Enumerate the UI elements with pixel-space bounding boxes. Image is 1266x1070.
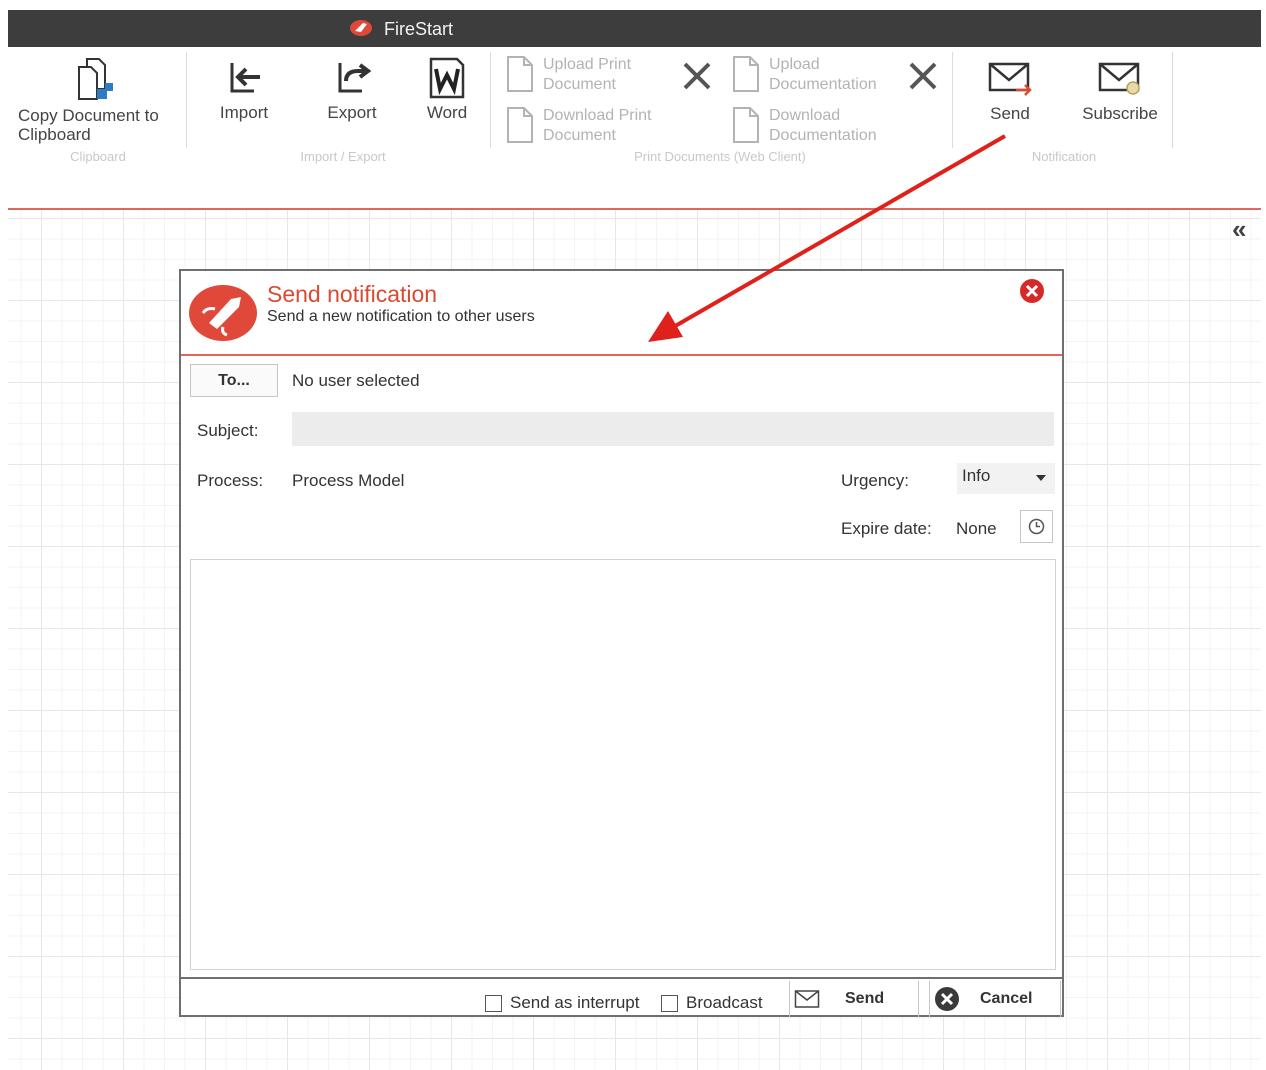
export-icon [338, 63, 372, 93]
expire-date-picker-button[interactable] [1020, 510, 1053, 543]
firestart-logo-icon [350, 20, 372, 36]
checkbox-box[interactable] [661, 994, 678, 1012]
broadcast-checkbox[interactable]: Broadcast [661, 993, 763, 1013]
document-icon [733, 107, 759, 143]
cancel-button-label: Cancel [980, 990, 1033, 1007]
chevron-down-icon [1036, 475, 1046, 481]
title-bar: FireStart [8, 10, 1261, 47]
urgency-label: Urgency: [841, 471, 910, 490]
copy-document-button[interactable]: Copy Document to Clipboard [18, 55, 178, 144]
dialog-subtitle: Send a new notification to other users [267, 308, 535, 325]
copy-document-label: Copy Document to Clipboard [18, 106, 159, 144]
document-icon [507, 56, 533, 92]
word-icon [429, 57, 465, 99]
broadcast-label: Broadcast [686, 993, 763, 1012]
download-documentation-button[interactable]: Download Documentation [732, 106, 902, 146]
process-value: Process Model [292, 471, 405, 490]
cancel-icon [935, 987, 959, 1011]
group-label-print-documents: Print Documents (Web Client) [634, 149, 806, 164]
send-button-label: Send [845, 990, 885, 1007]
subscribe-label: Subscribe [1082, 104, 1158, 123]
to-button[interactable]: To... [190, 364, 278, 397]
urgency-dropdown[interactable]: Info [957, 463, 1055, 494]
upload-documentation-button[interactable]: Upload Documentation [732, 55, 902, 95]
document-icon [507, 107, 533, 143]
group-label-clipboard: Clipboard [70, 149, 126, 164]
subscribe-mail-icon [1098, 62, 1140, 95]
send-mail-icon [988, 62, 1032, 96]
mail-icon [794, 990, 820, 1008]
export-button[interactable]: Export [314, 57, 390, 122]
checkbox-box[interactable] [485, 994, 502, 1012]
recipients-text: No user selected [292, 371, 420, 390]
download-print-document-button[interactable]: Download Print Document [506, 106, 686, 146]
upload-print-document-button[interactable]: Upload Print Document [506, 55, 666, 95]
send-ribbon-label: Send [990, 104, 1030, 123]
copy-document-icon [78, 58, 113, 100]
send-as-interrupt-checkbox[interactable]: Send as interrupt [485, 993, 639, 1013]
delete-documentation-icon[interactable] [907, 60, 939, 92]
export-label: Export [327, 103, 377, 122]
urgency-value: Info [962, 466, 991, 485]
import-icon [230, 63, 260, 93]
word-label: Word [426, 103, 468, 122]
subject-input[interactable] [292, 412, 1054, 446]
send-notification-dialog: Send notification Send a new notificatio… [179, 269, 1064, 1017]
send-ribbon-button[interactable]: Send [972, 60, 1048, 123]
upload-print-document-label: Upload Print Document [543, 56, 632, 93]
import-label: Import [219, 103, 269, 122]
dialog-title: Send notification [267, 281, 438, 307]
delete-print-document-icon[interactable] [681, 60, 713, 92]
cancel-button[interactable]: Cancel [929, 981, 1061, 1017]
send-as-interrupt-label: Send as interrupt [510, 993, 640, 1012]
rocket-notification-icon [189, 285, 257, 341]
word-button[interactable]: Word [414, 57, 480, 122]
message-body-textarea[interactable] [190, 559, 1056, 970]
import-button[interactable]: Import [206, 57, 282, 122]
group-label-notification: Notification [1031, 149, 1097, 164]
app-title: FireStart [384, 19, 454, 39]
download-print-document-label: Download Print Document [543, 107, 652, 144]
expire-date-label: Expire date: [841, 519, 932, 538]
clock-icon [1028, 518, 1045, 535]
expire-date-value: None [956, 519, 997, 538]
dialog-footer: Send as interrupt Broadcast Send Cancel [181, 977, 1062, 1017]
subject-label: Subject: [197, 421, 259, 440]
subscribe-button[interactable]: Subscribe [1072, 60, 1168, 123]
send-button[interactable]: Send [789, 981, 919, 1017]
group-separator [1172, 52, 1173, 148]
close-icon[interactable] [1019, 278, 1045, 304]
dialog-header: Send notification Send a new notificatio… [181, 271, 1062, 356]
group-separator [186, 52, 187, 148]
document-icon [733, 56, 759, 92]
process-label: Process: [197, 471, 264, 490]
collapse-panel-icon[interactable]: « [1232, 214, 1246, 245]
download-documentation-label: Download Documentation [769, 107, 877, 144]
group-separator [952, 52, 953, 148]
group-label-import-export: Import / Export [300, 149, 386, 164]
group-separator [490, 52, 491, 148]
upload-documentation-label: Upload Documentation [769, 56, 877, 93]
